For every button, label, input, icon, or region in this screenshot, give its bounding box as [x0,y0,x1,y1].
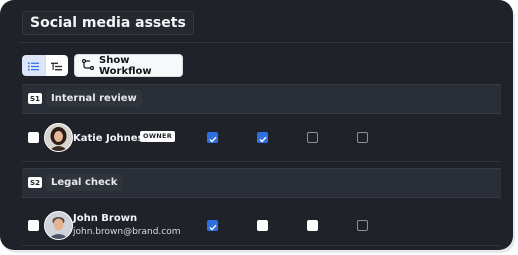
indent-icon [51,56,63,75]
check-icon [259,128,267,147]
stage-header: S1 Internal review [22,84,501,114]
avatar [44,123,73,152]
avatar [44,211,73,240]
table-row: John Brown john.brown@brand.com [22,201,501,246]
row-select-checkbox[interactable] [28,132,39,143]
stage-tag: S2 [28,177,42,188]
person-name: Katie Johnes [73,133,144,144]
page-title: Social media assets [22,11,194,35]
view-toggle [22,55,68,76]
permission-checkbox[interactable] [207,220,218,231]
permission-checkbox[interactable] [257,132,268,143]
list-view-button[interactable] [22,55,45,76]
stage-label: Legal check [46,174,123,191]
row-select-checkbox[interactable] [28,220,39,231]
assets-panel: Social media assets Show Workflow S1 Int… [0,0,513,250]
owner-badge: OWNER [140,131,176,142]
stage-tag: S1 [28,93,42,104]
stage-header: S2 Legal check [22,168,501,198]
permission-checkbox[interactable] [207,132,218,143]
stage-label: Internal review [46,90,142,107]
divider [18,42,513,43]
tree-view-button[interactable] [44,55,68,76]
workflow-button-label: Show Workflow [99,54,152,77]
permission-checkbox[interactable] [307,132,318,143]
check-icon [209,128,217,147]
check-icon [209,216,217,235]
permission-checkbox[interactable] [307,220,318,231]
table-row: Katie Johnes OWNER [22,117,501,162]
list-icon [27,56,39,75]
permission-checkbox[interactable] [357,132,368,143]
workflow-icon [81,58,95,73]
person-email: john.brown@brand.com [73,227,181,237]
permission-checkbox[interactable] [257,220,268,231]
permission-checkbox[interactable] [357,220,368,231]
show-workflow-button[interactable]: Show Workflow [74,54,183,77]
person-name: John Brown [73,213,138,224]
